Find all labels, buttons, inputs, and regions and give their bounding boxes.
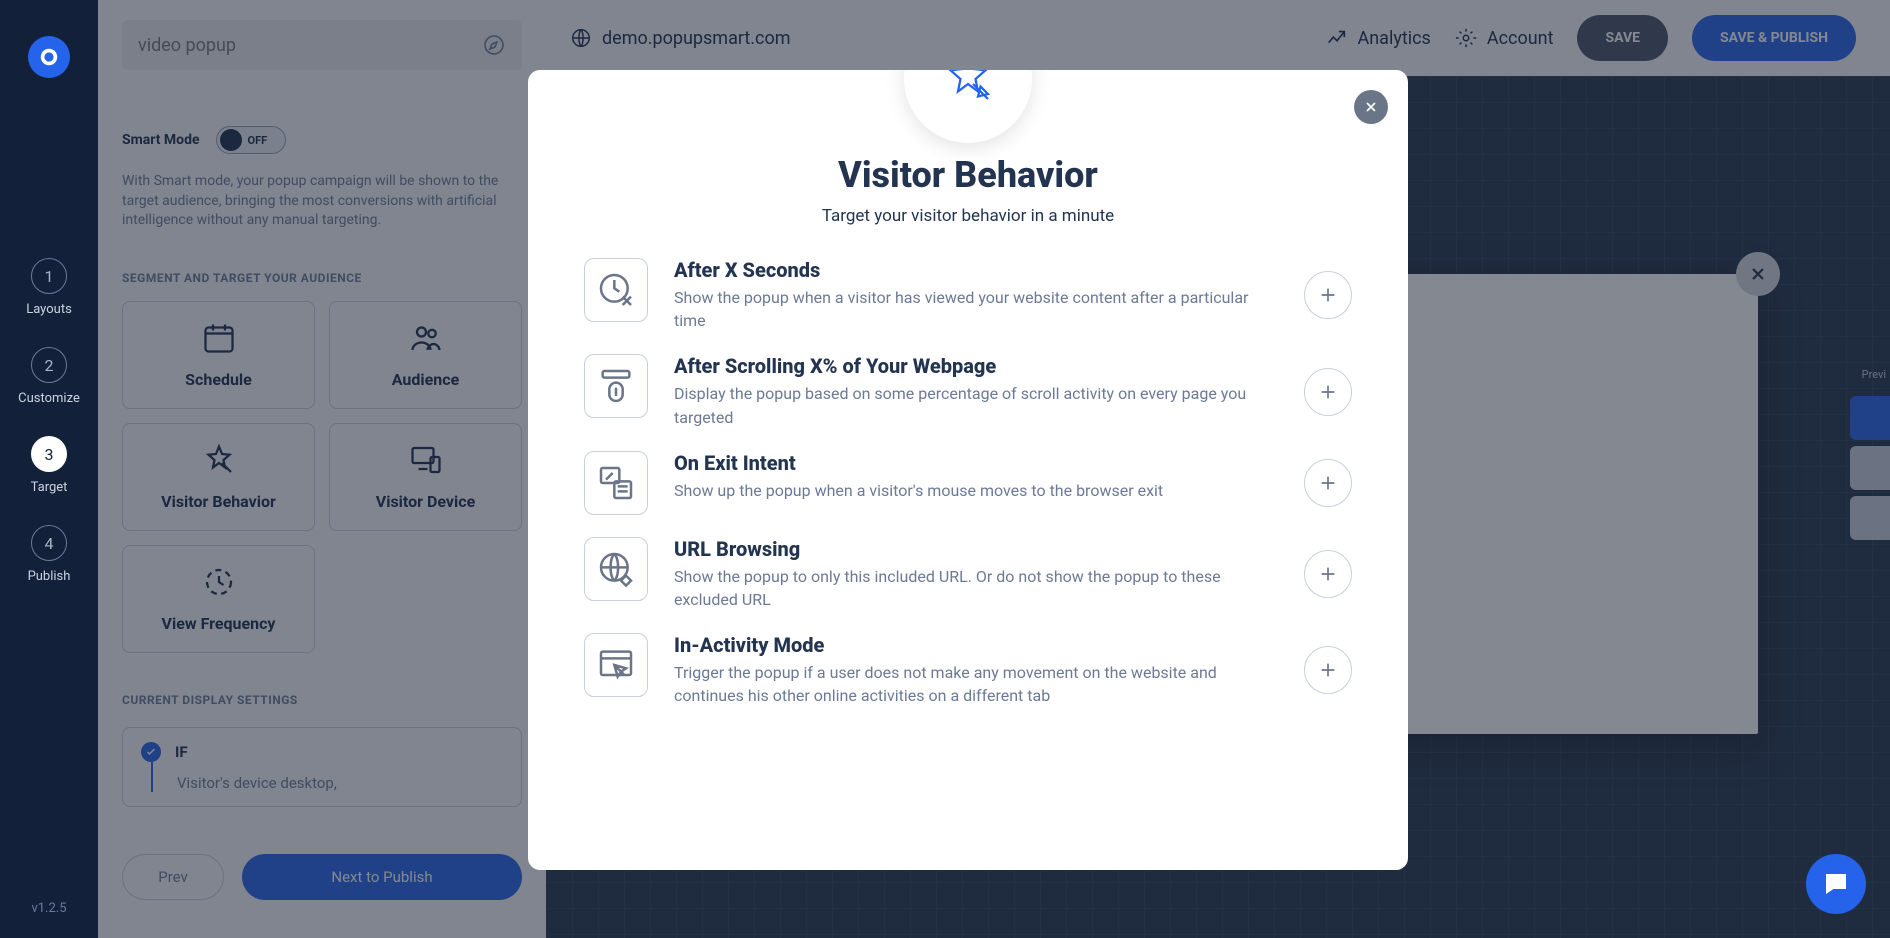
exit-intent-icon <box>584 451 648 515</box>
option-title: On Exit Intent <box>674 451 1278 475</box>
step-label: Publish <box>28 569 71 584</box>
step-number: 2 <box>31 347 67 383</box>
step-publish[interactable]: 4 Publish <box>28 525 71 584</box>
plus-icon <box>1317 659 1339 681</box>
chat-icon <box>1821 869 1851 899</box>
version-label: v1.2.5 <box>31 901 66 916</box>
option-title: URL Browsing <box>674 537 1278 561</box>
modal-subtitle: Target your visitor behavior in a minute <box>584 206 1352 226</box>
globe-link-icon <box>584 537 648 601</box>
star-click-icon <box>938 70 998 109</box>
plus-icon <box>1317 563 1339 585</box>
visitor-behavior-modal: Visitor Behavior Target your visitor beh… <box>528 70 1408 870</box>
option-after-scroll: After Scrolling X% of Your Webpage Displ… <box>584 354 1352 428</box>
add-option-button[interactable] <box>1304 271 1352 319</box>
app-logo[interactable] <box>28 36 70 78</box>
option-desc: Show the popup to only this included URL… <box>674 565 1278 611</box>
add-option-button[interactable] <box>1304 550 1352 598</box>
step-layouts[interactable]: 1 Layouts <box>26 258 72 317</box>
step-customize[interactable]: 2 Customize <box>18 347 80 406</box>
plus-icon <box>1317 381 1339 403</box>
step-label: Layouts <box>26 302 72 317</box>
chat-launcher[interactable] <box>1806 854 1866 914</box>
option-title: After Scrolling X% of Your Webpage <box>674 354 1278 378</box>
step-label: Target <box>31 480 68 495</box>
left-rail: 1 Layouts 2 Customize 3 Target 4 Publish… <box>0 0 98 938</box>
option-title: After X Seconds <box>674 258 1278 282</box>
option-desc: Trigger the popup if a user does not mak… <box>674 661 1278 707</box>
modal-close-button[interactable] <box>1354 90 1388 124</box>
option-after-x-seconds: After X Seconds Show the popup when a vi… <box>584 258 1352 332</box>
plus-icon <box>1317 472 1339 494</box>
step-nav: 1 Layouts 2 Customize 3 Target 4 Publish <box>18 258 80 938</box>
option-exit-intent: On Exit Intent Show up the popup when a … <box>584 451 1352 515</box>
clock-x-icon <box>584 258 648 322</box>
option-inactivity: In-Activity Mode Trigger the popup if a … <box>584 633 1352 707</box>
close-icon <box>1363 99 1379 115</box>
option-desc: Display the popup based on some percenta… <box>674 382 1278 428</box>
behavior-options: After X Seconds Show the popup when a vi… <box>584 258 1352 708</box>
step-number: 4 <box>31 525 67 561</box>
option-desc: Show the popup when a visitor has viewed… <box>674 286 1278 332</box>
modal-crest <box>904 70 1032 143</box>
step-target[interactable]: 3 Target <box>31 436 68 495</box>
scroll-icon <box>584 354 648 418</box>
modal-title: Visitor Behavior <box>584 154 1352 196</box>
step-number: 1 <box>31 258 67 294</box>
add-option-button[interactable] <box>1304 368 1352 416</box>
plus-icon <box>1317 284 1339 306</box>
option-title: In-Activity Mode <box>674 633 1278 657</box>
step-label: Customize <box>18 391 80 406</box>
step-number: 3 <box>31 436 67 472</box>
option-desc: Show up the popup when a visitor's mouse… <box>674 479 1278 502</box>
option-url-browsing: URL Browsing Show the popup to only this… <box>584 537 1352 611</box>
window-cursor-icon <box>584 633 648 697</box>
add-option-button[interactable] <box>1304 646 1352 694</box>
add-option-button[interactable] <box>1304 459 1352 507</box>
